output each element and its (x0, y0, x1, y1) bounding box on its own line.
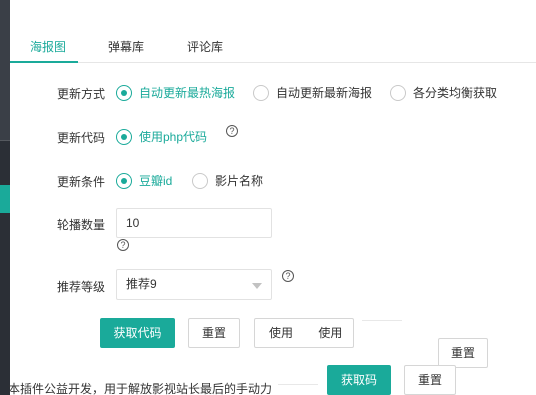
usage-button[interactable]: 使用 使用 (254, 318, 354, 348)
radio-label: 自动更新最热海报 (139, 86, 236, 100)
radio-label: 自动更新最新海报 (276, 86, 373, 100)
update-code-label: 更新代码 (57, 131, 106, 145)
radio-use-php-code[interactable]: 使用php代码 (116, 128, 207, 145)
sidebar-active-marker (0, 185, 10, 213)
select-value: 推荐9 (126, 277, 157, 291)
reset-button[interactable]: 重置 (188, 318, 240, 348)
radio-circle-icon (116, 84, 132, 101)
update-condition-label: 更新条件 (57, 175, 106, 189)
radio-movie-name[interactable]: 影片名称 (192, 172, 263, 189)
radio-label: 使用php代码 (139, 130, 208, 144)
help-question-icon[interactable]: ? (282, 270, 294, 282)
recommend-level-label: 推荐等级 (57, 280, 106, 294)
help-question-icon[interactable]: ? (226, 125, 238, 137)
get-code-button[interactable]: 获取代码 (100, 318, 175, 348)
footer-description: 本插件公益开发，用于解放影视站长最后的手动力 (8, 382, 273, 395)
usage-label-1: 使用 (269, 326, 294, 340)
radio-auto-hot-poster[interactable]: 自动更新最热海报 (116, 84, 235, 101)
chevron-down-icon (252, 283, 262, 289)
tab-active-underline (10, 61, 78, 63)
radio-label: 豆瓣id (139, 174, 173, 188)
radio-circle-icon (253, 84, 269, 101)
radio-circle-icon (192, 172, 208, 189)
radio-circle-icon (116, 172, 132, 189)
sidebar-strip (0, 0, 10, 395)
get-code-button-ghost[interactable]: 获取码 (327, 365, 391, 395)
ghost-divider-2 (278, 384, 318, 385)
sidebar-upper (0, 0, 10, 140)
reset-button-ghost[interactable]: 重置 (438, 338, 488, 368)
radio-balanced-category[interactable]: 各分类均衡获取 (390, 84, 497, 101)
carousel-count-input[interactable]: 10 (116, 208, 272, 238)
radio-circle-icon (116, 128, 132, 145)
carousel-count-label: 轮播数量 (57, 218, 106, 232)
usage-label-2: 使用 (318, 326, 343, 340)
tab-danmaku[interactable]: 弹幕库 (108, 38, 144, 62)
radio-label: 影片名称 (215, 174, 264, 188)
tab-poster[interactable]: 海报图 (30, 38, 66, 62)
sidebar-divider (0, 140, 10, 141)
recommend-level-select[interactable]: 推荐9 (116, 269, 272, 300)
radio-label: 各分类均衡获取 (413, 86, 498, 100)
radio-douban-id[interactable]: 豆瓣id (116, 172, 172, 189)
update-mode-label: 更新方式 (57, 87, 106, 101)
tab-comments[interactable]: 评论库 (187, 38, 223, 62)
radio-auto-new-poster[interactable]: 自动更新最新海报 (253, 84, 372, 101)
radio-circle-icon (390, 84, 406, 101)
help-question-icon[interactable]: ? (117, 239, 129, 251)
tab-bar: 海报图 弹幕库 评论库 (10, 30, 536, 63)
reset-button-ghost-2[interactable]: 重置 (404, 365, 456, 395)
ghost-divider (362, 320, 402, 321)
